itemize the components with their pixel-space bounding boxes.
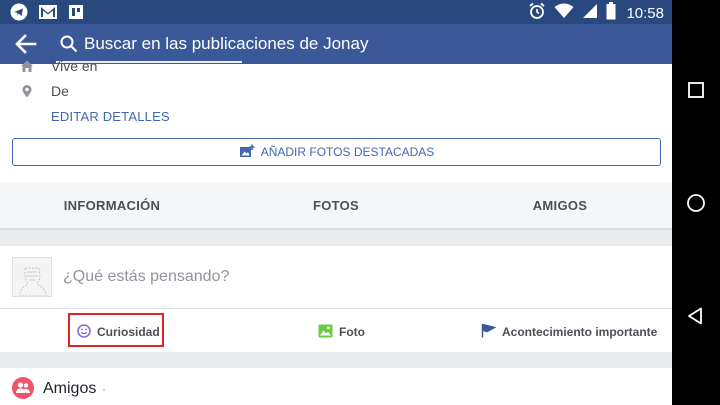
friends-section[interactable]: Amigos ·: [0, 368, 672, 405]
back-arrow-icon[interactable]: [14, 33, 38, 55]
telegram-icon: [10, 3, 28, 26]
profile-tabs: INFORMACIÓN FOTOS AMIGOS: [0, 182, 672, 230]
wifi-icon: [554, 3, 574, 23]
tab-friends[interactable]: AMIGOS: [448, 182, 672, 228]
lives-in-label: Vive en: [51, 58, 98, 74]
tab-photos[interactable]: FOTOS: [224, 182, 448, 228]
add-featured-photos-button[interactable]: AÑADIR FOTOS DESTACADAS: [12, 138, 661, 166]
app-screen: 10:58 Buscar en las publicaciones de Jon…: [0, 0, 672, 405]
signal-icon: [582, 3, 598, 23]
life-event-label: Acontecimiento importante: [502, 325, 658, 339]
friends-separator: ·: [102, 382, 106, 396]
battery-icon: [606, 2, 616, 24]
recents-square-icon[interactable]: [686, 80, 706, 100]
life-event-button[interactable]: Acontecimiento importante: [481, 317, 657, 347]
home-circle-icon[interactable]: [686, 193, 706, 213]
search-icon[interactable]: [60, 35, 78, 53]
app-bar: Buscar en las publicaciones de Jonay: [0, 24, 672, 64]
photo-icon: [318, 324, 333, 341]
gallery-icon: [68, 4, 84, 25]
search-input[interactable]: Buscar en las publicaciones de Jonay: [84, 34, 368, 54]
back-triangle-icon[interactable]: [686, 306, 706, 326]
add-featured-photos-label: AÑADIR FOTOS DESTACADAS: [260, 145, 435, 159]
photo-button[interactable]: Foto: [318, 317, 365, 347]
highlight-box: [68, 313, 164, 347]
edit-details-link[interactable]: EDITAR DETALLES: [51, 109, 170, 124]
alarm-icon: [528, 2, 546, 24]
lives-in-row[interactable]: Vive en: [20, 58, 97, 74]
tab-information[interactable]: INFORMACIÓN: [0, 182, 224, 228]
composer-input[interactable]: ¿Qué estás pensando?: [63, 268, 229, 286]
composer-divider: [0, 308, 672, 309]
flag-icon: [481, 323, 497, 341]
friends-icon: [12, 377, 34, 399]
from-row[interactable]: De: [20, 83, 69, 99]
home-icon: [20, 59, 34, 73]
add-photo-icon: [239, 144, 255, 161]
status-bar: 10:58: [0, 0, 672, 24]
clock-time: 10:58: [626, 4, 664, 22]
avatar[interactable]: [12, 257, 52, 297]
profile-details-card: Vive en De EDITAR DETALLES AÑADIR FOTOS …: [0, 58, 672, 182]
friends-label: Amigos: [43, 380, 97, 397]
from-label: De: [51, 83, 69, 99]
gmail-icon: [38, 4, 58, 25]
photo-label: Foto: [339, 325, 365, 339]
location-pin-icon: [20, 84, 34, 98]
android-nav-bar: [672, 0, 720, 405]
